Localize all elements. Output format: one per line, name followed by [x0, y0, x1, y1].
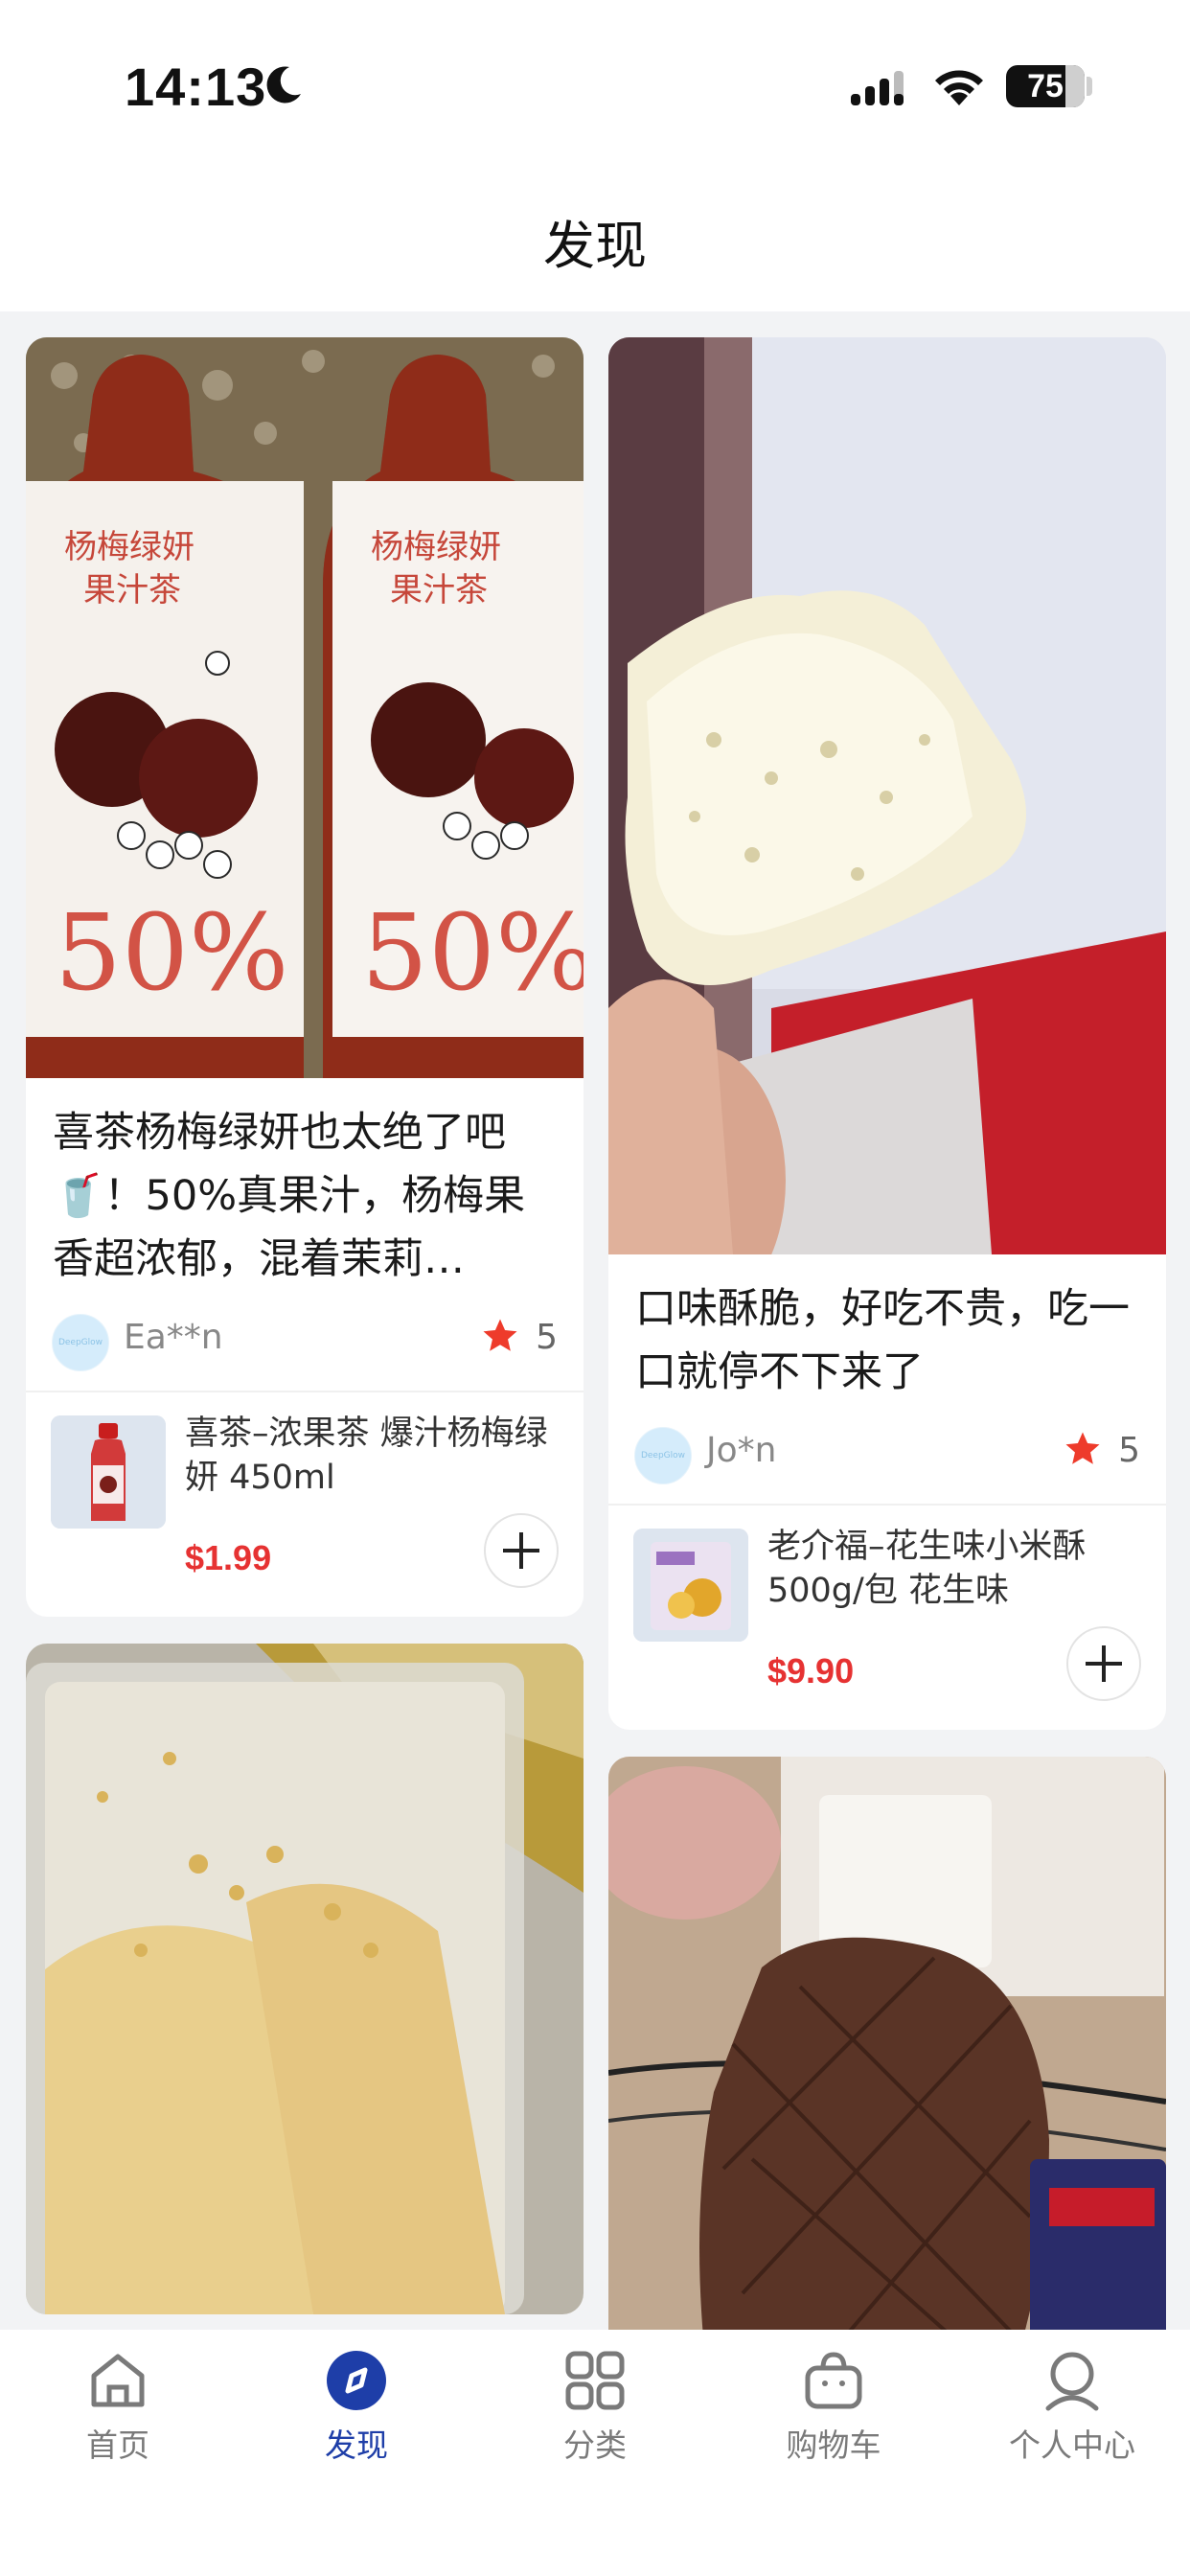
avatar[interactable]: DeepGlow [634, 1427, 692, 1484]
compass-icon [327, 2351, 386, 2410]
bag-icon [805, 2352, 862, 2409]
post-title[interactable]: 喜茶杨梅绿妍也太绝了吧🥤！50%真果汁，杨梅果香超浓郁，混着茉莉… [26, 1101, 584, 1291]
tab-discover[interactable]: 发现 [261, 2349, 452, 2466]
post-image[interactable] [608, 1757, 1166, 2427]
product-price: $9.90 [767, 1651, 855, 1690]
tab-label: 发现 [325, 2426, 388, 2464]
bottom-tab-bar: 首页 发现 分类 购物车 个人中心 [0, 2330, 1190, 2576]
post-card[interactable] [608, 1757, 1166, 2427]
product-thumbnail[interactable] [633, 1529, 748, 1642]
grid-icon [565, 2351, 625, 2410]
post-card[interactable] [26, 1644, 584, 2314]
home-icon [91, 2354, 145, 2407]
svg-text:果汁茶: 果汁茶 [390, 571, 488, 610]
svg-text:杨梅绿妍: 杨梅绿妍 [371, 528, 501, 566]
author-name[interactable]: Ea**n [124, 1318, 223, 1357]
product-row[interactable]: 老介福–花生味小米酥500g/包 花生味 $9.90 [608, 1506, 1166, 1730]
product-price: $1.99 [185, 1538, 272, 1577]
add-to-cart-button[interactable] [484, 1513, 559, 1588]
add-to-cart-button[interactable] [1066, 1626, 1141, 1701]
post-meta: DeepGlow Ea**n 5 [26, 1291, 584, 1391]
post-card[interactable]: 杨梅绿妍 果汁茶 50% 杨梅绿妍 果汁茶 50% 喜茶杨梅绿妍也太绝了吧🥤！5… [26, 337, 584, 1617]
product-name[interactable]: 老介福–花生味小米酥500g/包 花生味 [767, 1525, 1132, 1613]
moon-icon [266, 66, 301, 104]
wifi-icon [935, 70, 983, 105]
post-title[interactable]: 口味酥脆，好吃不贵，吃一口就停不下来了 [608, 1277, 1166, 1404]
battery-level: 75 [1027, 68, 1064, 104]
tab-category[interactable]: 分类 [499, 2349, 691, 2466]
like-count: 5 [536, 1318, 558, 1357]
post-image[interactable]: 杨梅绿妍 果汁茶 50% 杨梅绿妍 果汁茶 50% [26, 337, 584, 1078]
svg-text:50%: 50% [361, 891, 584, 1014]
tab-label: 首页 [86, 2426, 149, 2464]
svg-text:50%: 50% [55, 891, 289, 1014]
tab-home[interactable]: 首页 [22, 2349, 214, 2466]
product-thumbnail[interactable] [51, 1415, 166, 1529]
status-bar: 14:13 75 [0, 0, 1190, 172]
tab-label: 个人中心 [1009, 2426, 1135, 2464]
battery-indicator: 75 [1006, 65, 1085, 107]
star-icon[interactable] [480, 1316, 520, 1356]
post-image[interactable] [608, 337, 1166, 1254]
status-time: 14:13 [125, 57, 267, 117]
tab-cart[interactable]: 购物车 [738, 2349, 929, 2466]
author-name[interactable]: Jo*n [706, 1431, 776, 1470]
star-icon[interactable] [1063, 1429, 1103, 1469]
post-card[interactable]: 口味酥脆，好吃不贵，吃一口就停不下来了 DeepGlow Jo*n 5 老介福–… [608, 337, 1166, 1730]
post-meta: DeepGlow Jo*n 5 [608, 1404, 1166, 1504]
like-count: 5 [1118, 1431, 1140, 1470]
user-icon [1045, 2352, 1099, 2411]
tab-label: 购物车 [786, 2426, 881, 2464]
svg-text:杨梅绿妍: 杨梅绿妍 [64, 528, 195, 566]
feed-column-right: 口味酥脆，好吃不贵，吃一口就停不下来了 DeepGlow Jo*n 5 老介福–… [608, 337, 1166, 2454]
feed-column-left: 杨梅绿妍 果汁茶 50% 杨梅绿妍 果汁茶 50% 喜茶杨梅绿妍也太绝了吧🥤！5… [26, 337, 584, 2341]
avatar[interactable]: DeepGlow [52, 1314, 109, 1371]
cellular-signal-icon [851, 71, 904, 105]
tab-profile[interactable]: 个人中心 [976, 2349, 1168, 2466]
product-name[interactable]: 喜茶–浓果茶 爆汁杨梅绿妍 450ml [185, 1412, 549, 1500]
svg-text:果汁茶: 果汁茶 [83, 571, 181, 610]
product-row[interactable]: 喜茶–浓果茶 爆汁杨梅绿妍 450ml $1.99 [26, 1392, 584, 1617]
post-image[interactable] [26, 1644, 584, 2314]
tab-label: 分类 [563, 2426, 627, 2464]
page-title: 发现 [543, 216, 647, 276]
battery-tip [1087, 77, 1092, 96]
